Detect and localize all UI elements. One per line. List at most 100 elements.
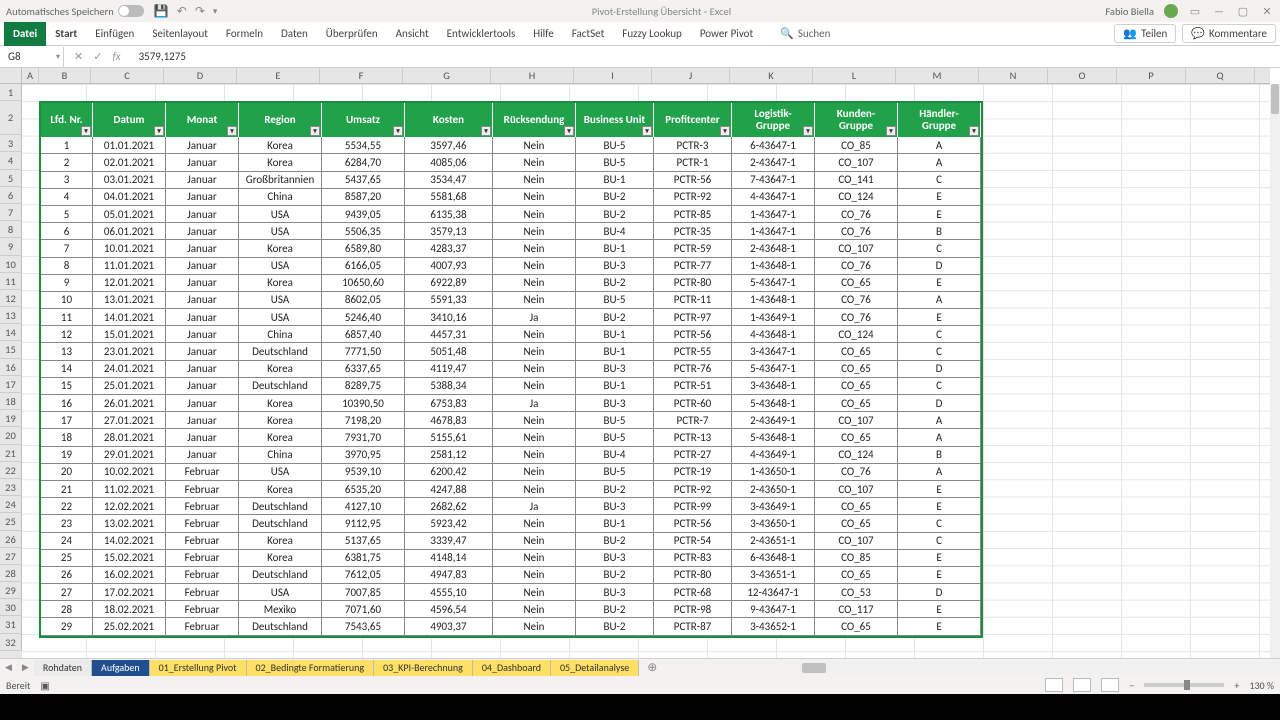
table-cell[interactable]: Nein bbox=[493, 618, 576, 635]
ribbon-tab-hilfe[interactable]: Hilfe bbox=[524, 22, 562, 46]
table-cell[interactable]: 3-43651-1 bbox=[732, 567, 815, 584]
redo-icon[interactable]: ↷ bbox=[195, 4, 205, 19]
table-header[interactable]: Region▾ bbox=[239, 103, 322, 137]
col-header-J[interactable]: J bbox=[652, 68, 730, 83]
table-row[interactable]: 1929.01.2021JanuarChina3970,952581,12Nei… bbox=[41, 447, 981, 464]
table-header[interactable]: Monat▾ bbox=[166, 103, 239, 137]
table-cell[interactable]: 26.01.2021 bbox=[93, 395, 166, 412]
table-cell[interactable]: CO_53 bbox=[815, 584, 898, 601]
table-cell[interactable]: Januar bbox=[166, 154, 239, 171]
col-header-C[interactable]: C bbox=[91, 68, 164, 83]
table-cell[interactable]: B bbox=[898, 447, 981, 464]
table-cell[interactable]: C bbox=[898, 240, 981, 257]
table-row[interactable]: 2818.02.2021FebruarMexiko7071,604596,54N… bbox=[41, 601, 981, 618]
table-cell[interactable]: 18 bbox=[41, 429, 93, 446]
table-cell[interactable]: Großbritannien bbox=[239, 172, 322, 189]
table-cell[interactable]: PCTR-83 bbox=[654, 550, 732, 567]
table-row[interactable]: 2414.02.2021FebruarKorea5137,653339,47Ne… bbox=[41, 533, 981, 550]
table-cell[interactable]: BU-1 bbox=[576, 343, 654, 360]
sheet-tab[interactable]: Rohdaten bbox=[34, 660, 92, 676]
row-header-12[interactable]: 12 bbox=[0, 290, 22, 307]
sheet-tab[interactable]: 03_KPI-Berechnung bbox=[374, 660, 473, 676]
table-cell[interactable]: C bbox=[898, 326, 981, 343]
table-cell[interactable]: 19 bbox=[41, 447, 93, 464]
table-cell[interactable]: 10.02.2021 bbox=[93, 464, 166, 481]
table-cell[interactable]: E bbox=[898, 550, 981, 567]
table-row[interactable]: 2616.02.2021FebruarDeutschland7612,05494… bbox=[41, 567, 981, 584]
table-cell[interactable]: Nein bbox=[493, 378, 576, 395]
table-row[interactable]: 2111.02.2021FebruarKorea6535,204247,88Ne… bbox=[41, 481, 981, 498]
row-header-20[interactable]: 20 bbox=[0, 427, 22, 444]
table-cell[interactable]: 3-43648-1 bbox=[732, 378, 815, 395]
table-cell[interactable]: 17.02.2021 bbox=[93, 584, 166, 601]
table-cell[interactable]: CO_76 bbox=[815, 206, 898, 223]
table-cell[interactable]: 5-43647-1 bbox=[732, 275, 815, 292]
grid[interactable]: Lfd. Nr.▾Datum▾Monat▾Region▾Umsatz▾Koste… bbox=[22, 84, 1270, 658]
table-cell[interactable]: 03.01.2021 bbox=[93, 172, 166, 189]
table-cell[interactable]: USA bbox=[239, 223, 322, 240]
table-cell[interactable]: 2-43649-1 bbox=[732, 412, 815, 429]
table-cell[interactable]: 3579,13 bbox=[405, 223, 493, 240]
row-header-1[interactable]: 1 bbox=[0, 84, 22, 101]
table-cell[interactable]: PCTR-80 bbox=[654, 275, 732, 292]
table-cell[interactable]: C bbox=[898, 172, 981, 189]
table-cell[interactable]: Korea bbox=[239, 481, 322, 498]
table-cell[interactable]: 29.01.2021 bbox=[93, 447, 166, 464]
ribbon-tab-fuzzy lookup[interactable]: Fuzzy Lookup bbox=[613, 22, 691, 46]
table-cell[interactable]: BU-2 bbox=[576, 189, 654, 206]
sheet-tab[interactable]: 02_Bedingte Formatierung bbox=[247, 660, 375, 676]
auto-save[interactable]: Automatisches Speichern bbox=[6, 5, 144, 18]
table-cell[interactable]: 5 bbox=[41, 206, 93, 223]
table-cell[interactable]: 4555,10 bbox=[405, 584, 493, 601]
cancel-icon[interactable]: ✕ bbox=[74, 50, 83, 63]
table-cell[interactable]: PCTR-97 bbox=[654, 309, 732, 326]
table-cell[interactable]: 14.02.2021 bbox=[93, 533, 166, 550]
filter-icon[interactable]: ▾ bbox=[886, 126, 896, 136]
add-sheet-button[interactable]: ⊕ bbox=[639, 660, 665, 675]
row-header-17[interactable]: 17 bbox=[0, 376, 22, 393]
filter-icon[interactable]: ▾ bbox=[393, 126, 403, 136]
table-cell[interactable]: PCTR-85 bbox=[654, 206, 732, 223]
table-cell[interactable]: CO_65 bbox=[815, 515, 898, 532]
table-cell[interactable]: 2-43648-1 bbox=[732, 240, 815, 257]
ribbon-tab-power pivot[interactable]: Power Pivot bbox=[691, 22, 762, 46]
col-header-E[interactable]: E bbox=[237, 68, 320, 83]
view-normal[interactable] bbox=[1045, 678, 1063, 692]
table-cell[interactable]: PCTR-7 bbox=[654, 412, 732, 429]
table-cell[interactable]: 27.01.2021 bbox=[93, 412, 166, 429]
name-box[interactable]: G8 ▾ bbox=[0, 47, 64, 67]
table-cell[interactable]: Januar bbox=[166, 361, 239, 378]
table-row[interactable]: 404.01.2021JanuarChina8587,205581,68Nein… bbox=[41, 189, 981, 206]
table-cell[interactable]: 3410,16 bbox=[405, 309, 493, 326]
table-cell[interactable]: PCTR-54 bbox=[654, 533, 732, 550]
table-row[interactable]: 1424.01.2021JanuarKorea6337,654119,47Nei… bbox=[41, 361, 981, 378]
table-cell[interactable]: CO_65 bbox=[815, 361, 898, 378]
table-cell[interactable]: Ja bbox=[493, 498, 576, 515]
table-cell[interactable]: PCTR-19 bbox=[654, 464, 732, 481]
table-cell[interactable]: BU-5 bbox=[576, 412, 654, 429]
table-cell[interactable]: 5137,65 bbox=[322, 533, 405, 550]
table-row[interactable]: 1215.01.2021JanuarChina6857,404457,31Nei… bbox=[41, 326, 981, 343]
table-cell[interactable]: 4148,14 bbox=[405, 550, 493, 567]
table-cell[interactable]: Nein bbox=[493, 601, 576, 618]
col-header-M[interactable]: M bbox=[896, 68, 979, 83]
ribbon-tab-entwicklertools[interactable]: Entwicklertools bbox=[438, 22, 525, 46]
table-row[interactable]: 912.01.2021JanuarKorea10650,606922,89Nei… bbox=[41, 275, 981, 292]
table-row[interactable]: 2925.02.2021FebruarDeutschland7543,65490… bbox=[41, 618, 981, 635]
table-cell[interactable]: PCTR-92 bbox=[654, 189, 732, 206]
table-cell[interactable]: Nein bbox=[493, 481, 576, 498]
table-cell[interactable]: CO_76 bbox=[815, 258, 898, 275]
table-cell[interactable]: BU-3 bbox=[576, 550, 654, 567]
table-cell[interactable]: 10390,50 bbox=[322, 395, 405, 412]
ribbon-tab-start[interactable]: Start bbox=[46, 22, 86, 46]
table-cell[interactable]: 10650,60 bbox=[322, 275, 405, 292]
table-cell[interactable]: 11.01.2021 bbox=[93, 258, 166, 275]
table-cell[interactable]: 4085,06 bbox=[405, 154, 493, 171]
table-cell[interactable]: BU-3 bbox=[576, 395, 654, 412]
table-cell[interactable]: Februar bbox=[166, 515, 239, 532]
table-cell[interactable]: E bbox=[898, 275, 981, 292]
table-header[interactable]: Kunden-Gruppe▾ bbox=[815, 103, 898, 137]
table-cell[interactable]: CO_107 bbox=[815, 412, 898, 429]
table-cell[interactable]: Januar bbox=[166, 395, 239, 412]
table-cell[interactable]: 9-43647-1 bbox=[732, 601, 815, 618]
